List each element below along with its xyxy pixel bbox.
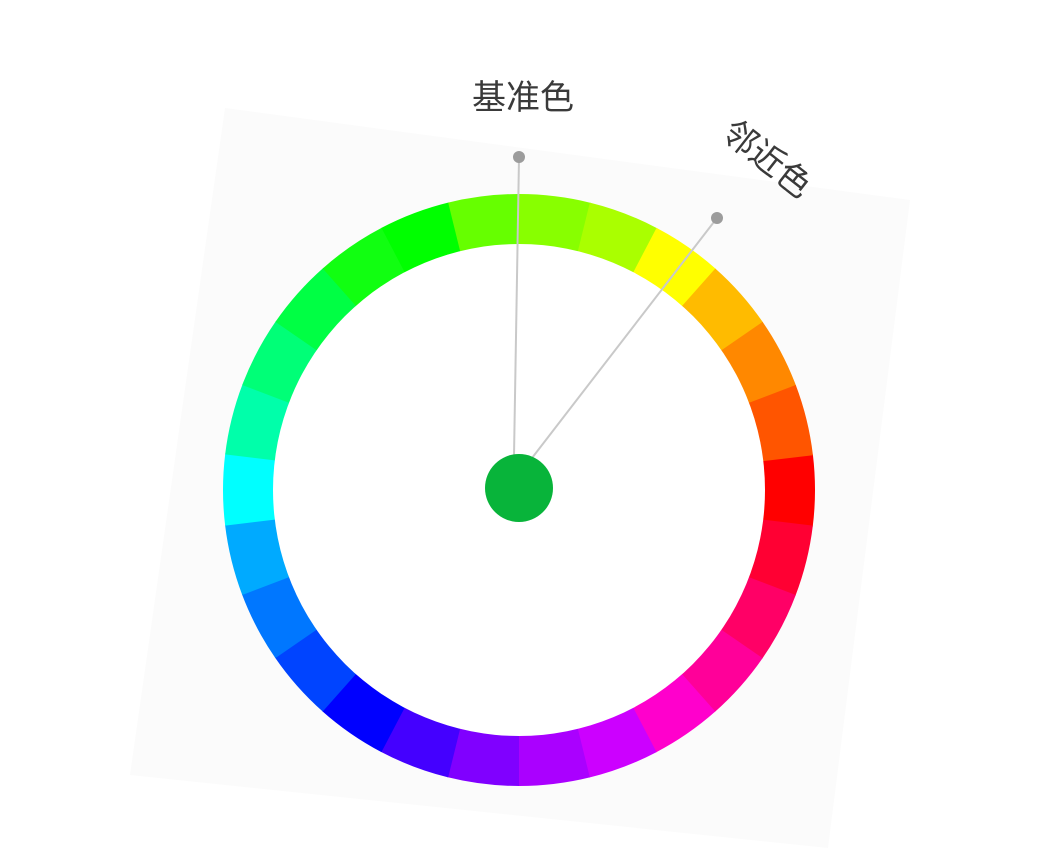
center-color-dot [485,454,553,522]
base-color-pointer-dot [513,151,525,163]
color-wheel-diagram: 基准色 邻近色 [130,78,910,848]
adjacent-color-pointer-dot [711,212,723,224]
base-color-label: 基准色 [472,78,574,118]
wheel-segment [761,454,815,527]
wheel-segment [223,453,277,526]
